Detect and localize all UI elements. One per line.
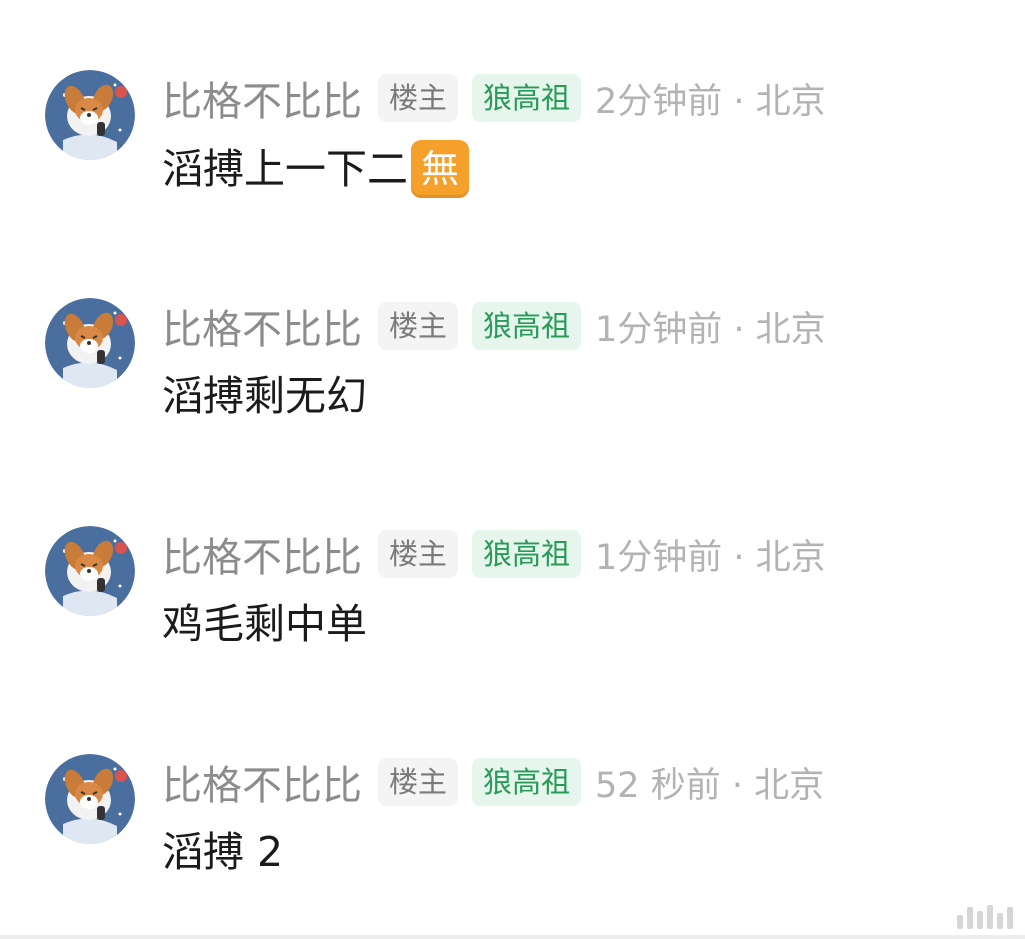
avatar-image (45, 70, 135, 160)
comment-text-content: 滔搏剩无幻 (162, 372, 367, 420)
avatar[interactable] (45, 754, 135, 844)
comment-text: 滔搏上一下二 無 (162, 140, 469, 198)
comment-text: 滔搏剩无幻 (162, 368, 367, 424)
rank-badge: 狼高祖 (472, 530, 582, 578)
timestamp-location: 1分钟前 · 北京 (595, 309, 826, 350)
comment-text-content: 滔搏上一下二 (162, 145, 408, 193)
emoji-icon: 無 (411, 140, 469, 198)
op-badge: 楼主 (378, 758, 459, 806)
op-badge: 楼主 (378, 530, 459, 578)
avatar-image (45, 298, 135, 388)
avatar[interactable] (45, 298, 135, 388)
comment-meta: 比格不比比 楼主 狼高祖 52 秒前 · 北京 (162, 754, 824, 810)
avatar[interactable] (45, 526, 135, 616)
comment-text-content: 鸡毛剩中单 (162, 600, 367, 648)
comment-item: 比格不比比 楼主 狼高祖 1分钟前 · 北京 鸡毛剩中单 (0, 526, 1025, 686)
username[interactable]: 比格不比比 (162, 525, 362, 583)
timestamp-location: 52 秒前 · 北京 (595, 765, 825, 806)
comment-text-content: 滔搏 2 (162, 828, 284, 876)
avatar[interactable] (45, 70, 135, 160)
comment-item: 比格不比比 楼主 狼高祖 2分钟前 · 北京 滔搏上一下二 無 (0, 70, 1025, 230)
avatar-image (45, 526, 135, 616)
comment-meta: 比格不比比 楼主 狼高祖 2分钟前 · 北京 (162, 70, 826, 126)
op-badge: 楼主 (378, 302, 459, 350)
username[interactable]: 比格不比比 (162, 69, 362, 127)
bottom-divider (0, 935, 1025, 939)
comment-meta: 比格不比比 楼主 狼高祖 1分钟前 · 北京 (162, 298, 826, 354)
comment-item: 比格不比比 楼主 狼高祖 1分钟前 · 北京 滔搏剩无幻 (0, 298, 1025, 458)
op-badge: 楼主 (378, 74, 459, 122)
watermark-logo (957, 905, 1013, 929)
username[interactable]: 比格不比比 (162, 297, 362, 355)
timestamp-location: 2分钟前 · 北京 (595, 81, 826, 122)
username[interactable]: 比格不比比 (162, 753, 362, 811)
comment-text: 滔搏 2 (162, 824, 283, 880)
comment-meta: 比格不比比 楼主 狼高祖 1分钟前 · 北京 (162, 526, 826, 582)
rank-badge: 狼高祖 (472, 302, 582, 350)
comment-text: 鸡毛剩中单 (162, 596, 367, 652)
comment-item: 比格不比比 楼主 狼高祖 52 秒前 · 北京 滔搏 2 (0, 754, 1025, 914)
rank-badge: 狼高祖 (472, 74, 582, 122)
rank-badge: 狼高祖 (472, 758, 582, 806)
timestamp-location: 1分钟前 · 北京 (595, 537, 826, 578)
avatar-image (45, 754, 135, 844)
